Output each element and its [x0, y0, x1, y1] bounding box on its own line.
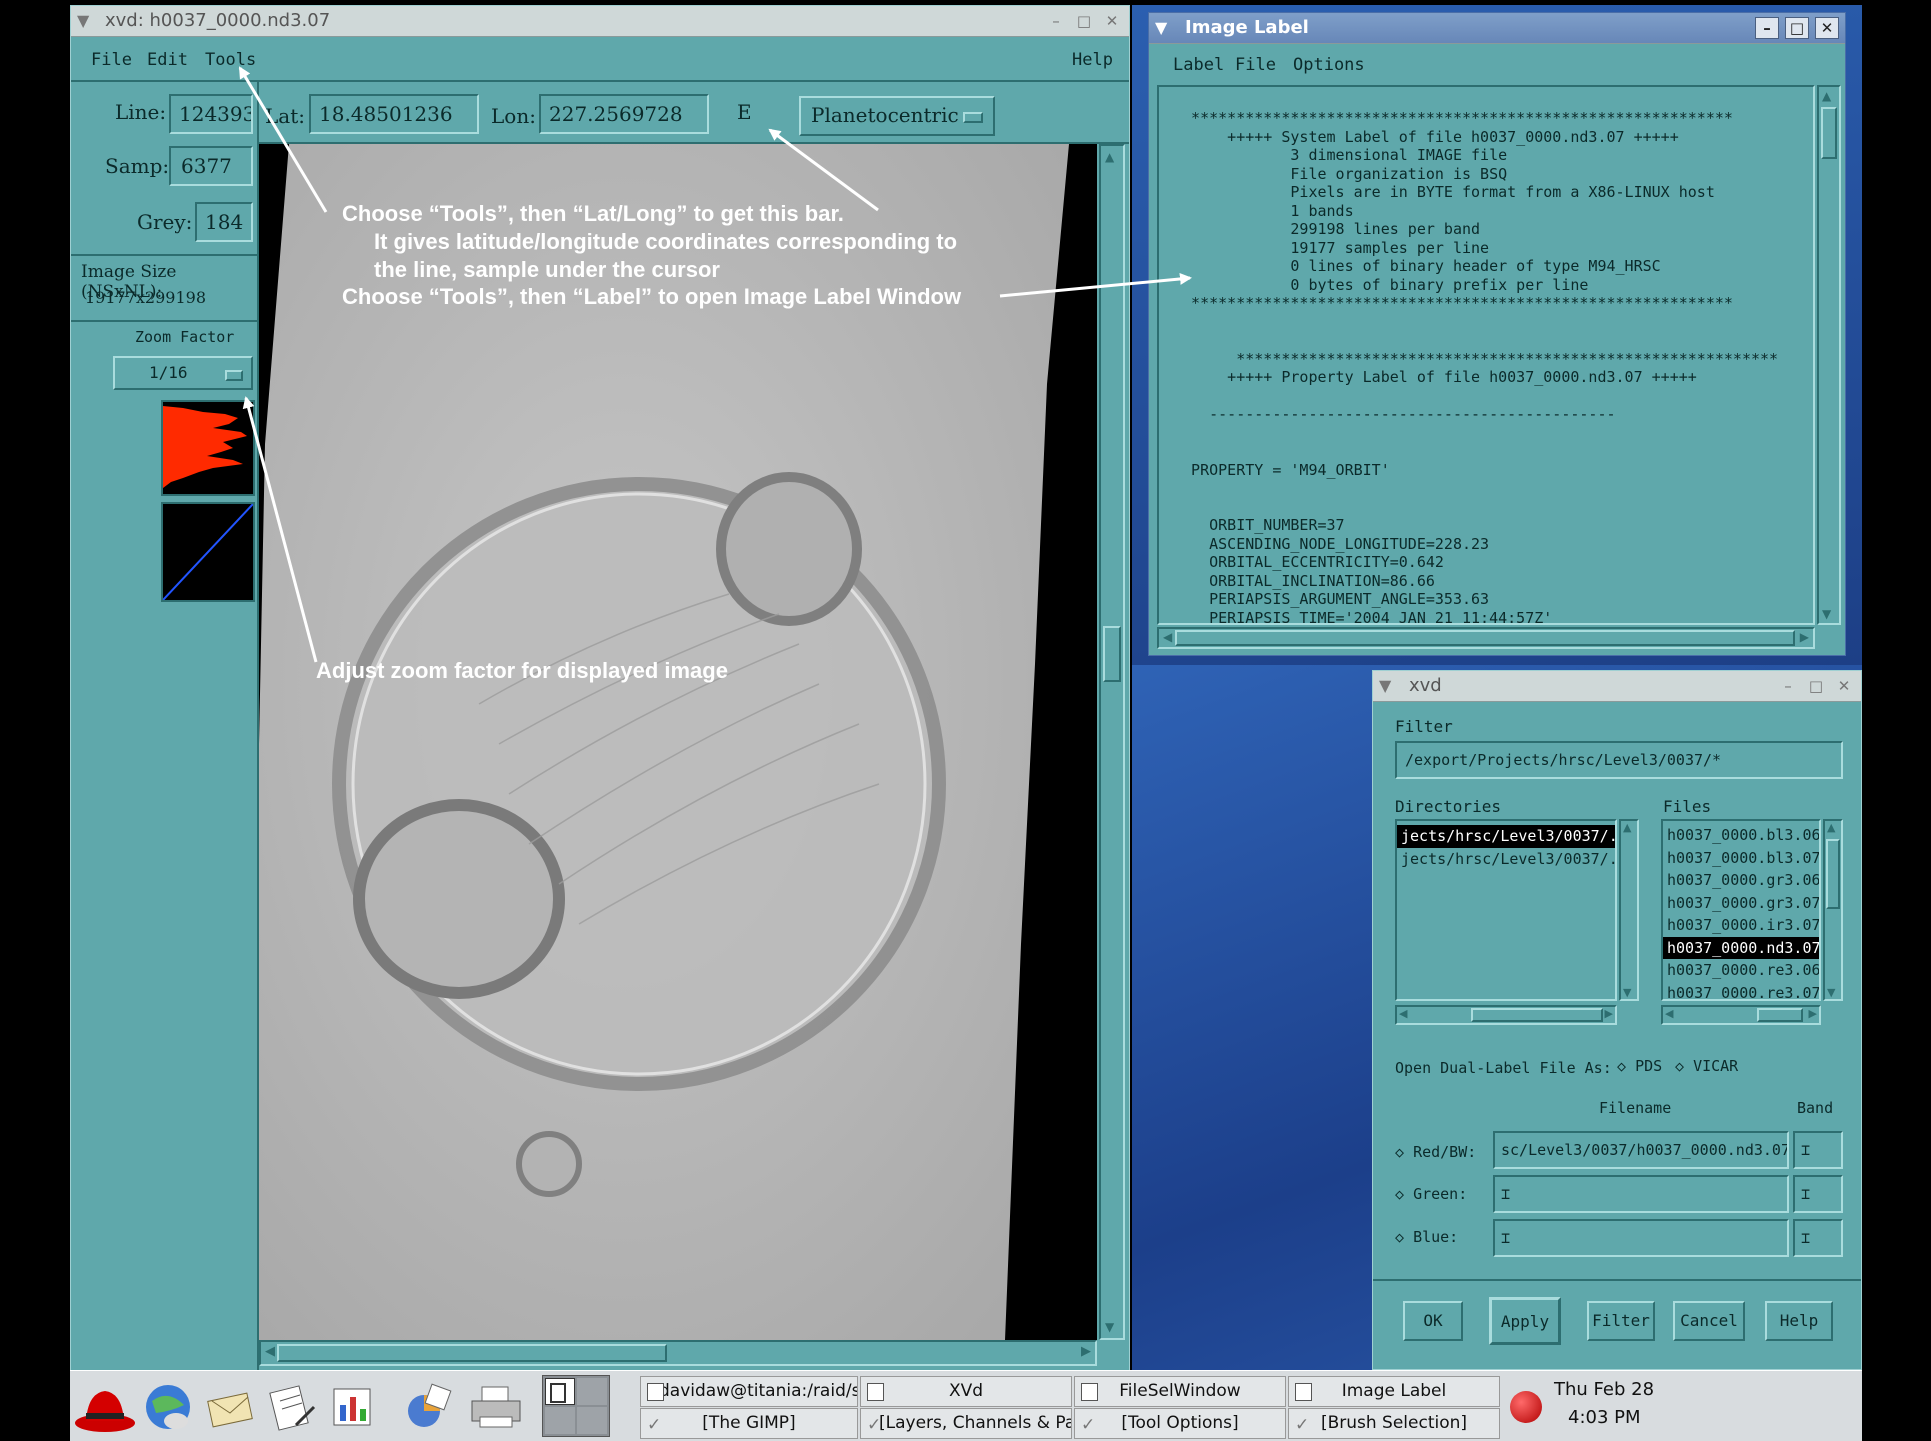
- task-image-label[interactable]: Image Label: [1288, 1376, 1500, 1407]
- task-brush-selection[interactable]: ✓ [Brush Selection]: [1288, 1408, 1500, 1439]
- task-xvd-label: XVd: [948, 1381, 984, 1401]
- task-image-label-label: Image Label: [1341, 1381, 1447, 1401]
- redhat-menu-icon[interactable]: [74, 1379, 136, 1435]
- annotation-tools-line3: the line, sample under the cursor: [374, 257, 720, 282]
- task-fileselwindow[interactable]: FileSelWindow: [1074, 1376, 1286, 1407]
- mail-icon[interactable]: [204, 1383, 256, 1431]
- window-icon: [867, 1383, 884, 1401]
- terminal-icon: [647, 1383, 664, 1401]
- update-alert-icon[interactable]: [1510, 1391, 1542, 1423]
- task-tool-options-label: [Tool Options]: [1121, 1413, 1239, 1433]
- workspace-3[interactable]: [545, 1407, 575, 1434]
- task-terminal-label: davidaw@titania:/raid/sleepy: [659, 1381, 857, 1401]
- annotation-tools-line2: It gives latitude/longitude coordinates …: [374, 229, 958, 254]
- arrow-to-zoom-factor: [242, 396, 318, 663]
- task-brush-selection-label: [Brush Selection]: [1320, 1413, 1468, 1433]
- writer-icon[interactable]: [266, 1381, 318, 1433]
- taskbar: davidaw@titania:/raid/sleepy XVd FileSel…: [70, 1370, 1862, 1441]
- task-tool-options[interactable]: ✓ [Tool Options]: [1074, 1408, 1286, 1439]
- window-icon: [1295, 1383, 1312, 1401]
- task-layers-label: [Layers, Channels & Paths]: [879, 1413, 1071, 1433]
- task-gimp-label: [The GIMP]: [702, 1413, 796, 1433]
- workspace-4[interactable]: [577, 1407, 607, 1434]
- arrow-to-latlon-bar: [768, 128, 879, 212]
- gimp-icon: ✓: [867, 1415, 882, 1435]
- spreadsheet-icon[interactable]: [400, 1381, 452, 1433]
- clock-time: 4:03 PM: [1568, 1407, 1641, 1428]
- workspace-1[interactable]: [545, 1378, 575, 1405]
- printer-icon[interactable]: [468, 1383, 524, 1433]
- web-browser-icon[interactable]: [142, 1381, 194, 1433]
- gimp-icon: ✓: [1295, 1415, 1310, 1435]
- task-layers[interactable]: ✓[Layers, Channels & Paths]: [860, 1408, 1072, 1439]
- window-icon: [1081, 1383, 1098, 1401]
- task-fileselwindow-label: FileSelWindow: [1119, 1381, 1241, 1401]
- clock-date: Thu Feb 28: [1554, 1379, 1655, 1400]
- task-xvd[interactable]: XVd: [860, 1376, 1072, 1407]
- arrow-to-tools-menu: [238, 66, 328, 213]
- workspace-pager[interactable]: [542, 1375, 610, 1437]
- presentation-icon[interactable]: [326, 1381, 378, 1433]
- gimp-icon: ✓: [647, 1415, 662, 1435]
- task-terminal[interactable]: davidaw@titania:/raid/sleepy: [640, 1376, 858, 1407]
- annotation-label-line: Choose “Tools”, then “Label” to open Ima…: [342, 284, 962, 309]
- annotation-zoom-line: Adjust zoom factor for displayed image: [316, 658, 728, 683]
- task-gimp[interactable]: ✓ [The GIMP]: [640, 1408, 858, 1439]
- annotation-tools-line1: Choose “Tools”, then “Lat/Long” to get t…: [342, 201, 844, 226]
- gimp-icon: ✓: [1081, 1415, 1096, 1435]
- arrow-to-label-window: [999, 272, 1192, 298]
- workspace-2[interactable]: [577, 1378, 607, 1405]
- annotation-arrows: [238, 66, 1192, 663]
